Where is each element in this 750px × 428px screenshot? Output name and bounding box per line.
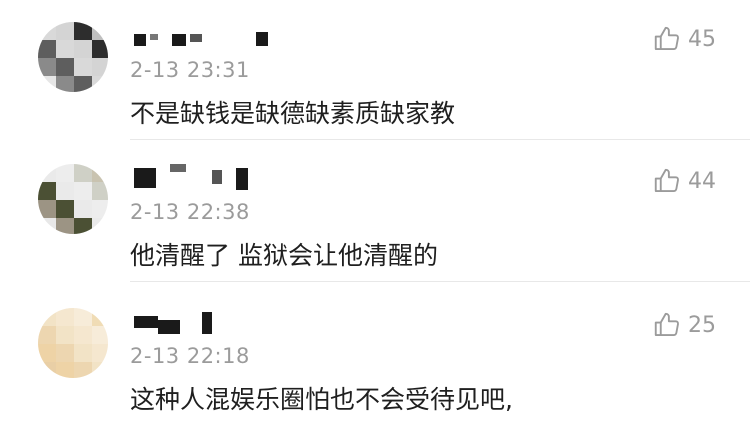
avatar-mosaic-tile bbox=[92, 362, 108, 378]
avatar-mosaic-tile bbox=[38, 308, 56, 326]
avatar-mosaic-tile bbox=[92, 76, 108, 92]
avatar-mosaic-tile bbox=[38, 58, 56, 76]
comment-item: 2-13 23:31 不是缺钱是缺德缺素质缺家教 45 bbox=[0, 0, 750, 140]
avatar-mosaic-tile bbox=[56, 218, 74, 234]
thumbs-up-icon bbox=[654, 26, 679, 50]
avatar-mosaic-tile bbox=[56, 308, 74, 326]
avatar-mosaic-tile bbox=[74, 326, 92, 344]
avatar-mosaic-tile bbox=[56, 164, 74, 182]
avatar-mosaic-tile bbox=[56, 182, 74, 200]
avatar-mosaic-tile bbox=[92, 308, 108, 326]
comment-item: 2-13 22:38 他清醒了 监狱会让他清醒的 44 bbox=[0, 142, 750, 282]
avatar-mosaic-tile bbox=[38, 362, 56, 378]
like-button[interactable]: 45 bbox=[652, 24, 716, 54]
comment-text: 他清醒了 监狱会让他清醒的 bbox=[130, 241, 438, 270]
avatar-mosaic-tile bbox=[92, 40, 108, 58]
username-redacted[interactable] bbox=[130, 306, 280, 336]
avatar-mosaic-tile bbox=[74, 22, 92, 40]
thumbs-up-icon bbox=[654, 312, 679, 336]
avatar[interactable] bbox=[38, 164, 108, 234]
avatar-mosaic-tile bbox=[74, 58, 92, 76]
avatar-mosaic-tile bbox=[56, 58, 74, 76]
comment-timestamp: 2-13 22:38 bbox=[130, 200, 250, 224]
avatar-mosaic-tile bbox=[74, 164, 92, 182]
divider bbox=[130, 139, 750, 140]
avatar-mosaic-tile bbox=[56, 362, 74, 378]
avatar-mosaic-tile bbox=[74, 200, 92, 218]
avatar-mosaic-tile bbox=[74, 76, 92, 92]
avatar[interactable] bbox=[38, 308, 108, 378]
avatar-mosaic-tile bbox=[74, 40, 92, 58]
avatar-mosaic-tile bbox=[92, 344, 108, 362]
avatar-mosaic-tile bbox=[74, 218, 92, 234]
avatar-mosaic-tile bbox=[38, 200, 56, 218]
avatar-mosaic-tile bbox=[38, 40, 56, 58]
avatar-mosaic-tile bbox=[74, 308, 92, 326]
avatar-mosaic-tile bbox=[74, 182, 92, 200]
username-redacted[interactable] bbox=[130, 20, 280, 50]
avatar-mosaic-tile bbox=[92, 58, 108, 76]
thumbs-up-icon bbox=[654, 168, 679, 192]
avatar-mosaic-tile bbox=[38, 76, 56, 92]
avatar-mosaic-tile bbox=[92, 200, 108, 218]
like-count: 25 bbox=[688, 312, 716, 338]
avatar-mosaic-tile bbox=[92, 326, 108, 344]
like-count: 44 bbox=[688, 168, 716, 194]
like-button[interactable]: 25 bbox=[652, 310, 716, 340]
avatar-mosaic-tile bbox=[92, 164, 108, 182]
comment-timestamp: 2-13 23:31 bbox=[130, 58, 250, 82]
avatar-mosaic-tile bbox=[74, 362, 92, 378]
avatar-mosaic-tile bbox=[56, 40, 74, 58]
avatar-mosaic-tile bbox=[38, 22, 56, 40]
comment-text: 不是缺钱是缺德缺素质缺家教 bbox=[130, 99, 456, 128]
avatar-mosaic-tile bbox=[92, 182, 108, 200]
avatar-mosaic-tile bbox=[38, 218, 56, 234]
avatar-mosaic-tile bbox=[56, 326, 74, 344]
avatar-mosaic-tile bbox=[38, 164, 56, 182]
avatar-mosaic-tile bbox=[92, 22, 108, 40]
avatar-mosaic-tile bbox=[38, 182, 56, 200]
avatar-mosaic-tile bbox=[56, 76, 74, 92]
avatar-mosaic-tile bbox=[38, 326, 56, 344]
like-count: 45 bbox=[688, 26, 716, 52]
avatar-mosaic-tile bbox=[92, 218, 108, 234]
comment-timestamp: 2-13 22:18 bbox=[130, 344, 250, 368]
divider bbox=[130, 281, 750, 282]
avatar-mosaic-tile bbox=[38, 344, 56, 362]
comment-item: 2-13 22:18 这种人混娱乐圈怕也不会受待见吧, 25 bbox=[0, 286, 750, 426]
like-button[interactable]: 44 bbox=[652, 166, 716, 196]
username-redacted[interactable] bbox=[130, 162, 280, 192]
avatar-mosaic-tile bbox=[74, 344, 92, 362]
avatar[interactable] bbox=[38, 22, 108, 92]
avatar-mosaic-tile bbox=[56, 200, 74, 218]
comment-text: 这种人混娱乐圈怕也不会受待见吧, bbox=[130, 385, 513, 414]
avatar-mosaic-tile bbox=[56, 344, 74, 362]
comment-list: 2-13 23:31 不是缺钱是缺德缺素质缺家教 45 2-13 22:38 他… bbox=[0, 0, 750, 428]
avatar-mosaic-tile bbox=[56, 22, 74, 40]
